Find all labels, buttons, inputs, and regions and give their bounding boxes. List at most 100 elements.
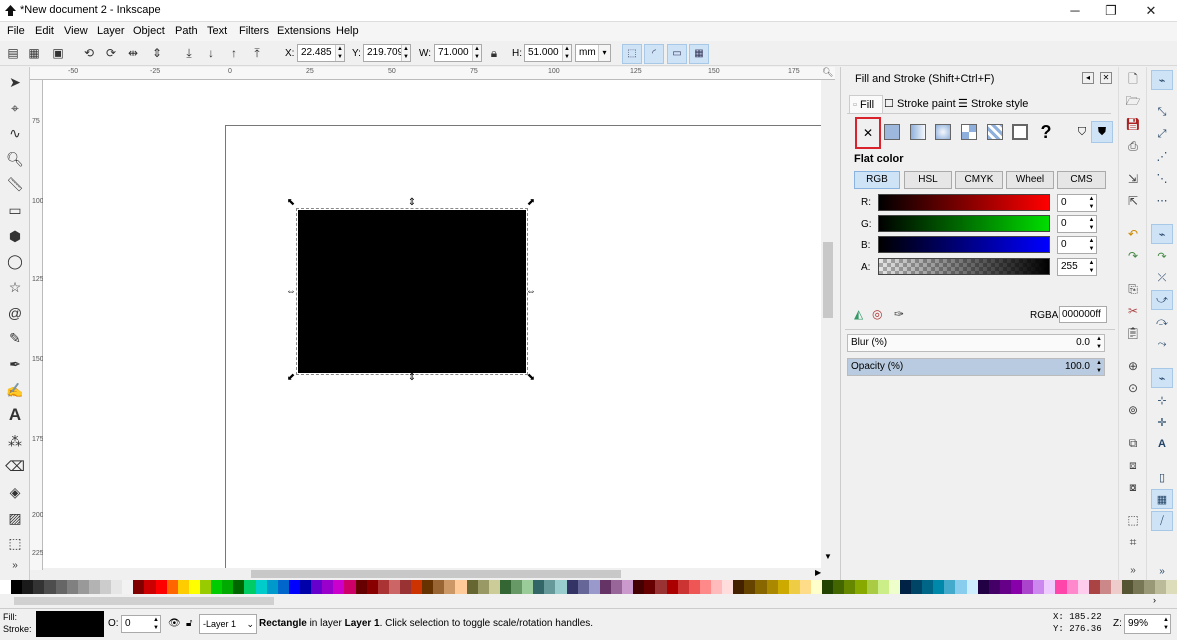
palette-swatch[interactable] [333, 580, 345, 594]
palette-swatch[interactable] [644, 580, 656, 594]
palette-swatch[interactable] [666, 580, 678, 594]
palette-swatch[interactable] [833, 580, 845, 594]
palette-swatch[interactable] [466, 580, 478, 594]
mesh-tool-icon[interactable]: ⬚ [3, 531, 27, 555]
palette-swatch[interactable] [799, 580, 811, 594]
gradient-tool-icon[interactable]: ▨ [3, 506, 27, 530]
palette-swatch[interactable] [1077, 580, 1089, 594]
paint-bucket-tool-icon[interactable]: ◈ [3, 480, 27, 504]
palette-swatch[interactable] [1088, 580, 1100, 594]
palette-swatch[interactable] [566, 580, 578, 594]
blur-spin-arrows-icon[interactable]: ▲ ▼ [1096, 335, 1102, 351]
palette-swatch[interactable] [611, 580, 623, 594]
rotate-ccw-icon[interactable]: ⟲ [80, 44, 98, 62]
mode-hsl-button[interactable]: HSL [904, 171, 952, 189]
measure-tool-icon[interactable]: 📏︎ [3, 172, 27, 196]
group-icon[interactable]: ⬚ [1124, 511, 1142, 529]
palette-swatch[interactable] [1033, 580, 1045, 594]
palette-swatch[interactable] [922, 580, 934, 594]
scale-handle-ne-icon[interactable]: ⬈ [526, 198, 536, 208]
menu-help[interactable]: Help [336, 25, 359, 37]
red-channel-input[interactable]: 0 ▲ ▼ [1057, 194, 1097, 212]
y-spin-arrows-icon[interactable]: ▲ ▼ [401, 45, 410, 61]
palette-swatch[interactable] [633, 580, 645, 594]
palette-swatch[interactable] [411, 580, 423, 594]
palette-swatch[interactable] [988, 580, 1000, 594]
maximize-button[interactable]: ❐ [1094, 2, 1128, 20]
pencil-tool-icon[interactable]: ✎ [3, 326, 27, 350]
palette-swatch[interactable] [111, 580, 123, 594]
zoom-spin-arrows-icon[interactable]: ▲ ▼ [1163, 616, 1169, 632]
3d-box-tool-icon[interactable]: ⬢ [3, 224, 27, 248]
menu-filters[interactable]: Filters [239, 25, 269, 37]
horizontal-scroll-thumb[interactable] [251, 570, 621, 578]
snap-overflow-icon[interactable]: » [1151, 561, 1173, 581]
palette-swatch[interactable] [144, 580, 156, 594]
palette-swatch[interactable] [44, 580, 56, 594]
fill-swatch[interactable] [36, 611, 104, 637]
palette-swatch[interactable] [810, 580, 823, 594]
palette-swatch[interactable] [177, 580, 189, 594]
snap-bbox-corner-icon[interactable]: ⋰ [1151, 146, 1173, 166]
palette-swatch[interactable] [366, 580, 378, 594]
no-paint-button[interactable]: ✕ [855, 117, 881, 149]
layer-visibility-icon[interactable]: 👁︎ [168, 618, 181, 629]
print-icon[interactable]: ⎙ [1124, 137, 1142, 155]
palette-swatch[interactable] [733, 580, 745, 594]
palette-swatch[interactable] [1022, 580, 1034, 594]
palette-swatch[interactable] [1055, 580, 1067, 594]
zoom-selection-icon[interactable]: ⊕ [1124, 357, 1142, 375]
palette-swatch[interactable] [66, 580, 78, 594]
fill-rule-evenodd-icon[interactable]: ⛉ [1071, 121, 1093, 143]
radial-gradient-button[interactable] [932, 121, 954, 143]
mode-cmyk-button[interactable]: CMYK [955, 171, 1003, 189]
export-icon[interactable]: ⇱ [1124, 192, 1142, 210]
deselect-icon[interactable]: ▣ [49, 44, 67, 62]
snap-intersections-icon[interactable]: ⤫ [1151, 268, 1173, 288]
palette-swatch[interactable] [877, 580, 889, 594]
palette-swatch[interactable] [788, 580, 800, 594]
mesh-gradient-button[interactable] [958, 121, 980, 143]
zoom-page-icon[interactable]: ⊚ [1124, 401, 1142, 419]
menu-path[interactable]: Path [175, 25, 198, 37]
scale-handle-e-icon[interactable]: ⇔ [526, 287, 536, 297]
palette-swatch[interactable] [77, 580, 89, 594]
node-tool-icon[interactable]: ⌖ [3, 96, 27, 120]
palette-swatch[interactable] [222, 580, 234, 594]
save-icon[interactable]: 💾︎ [1124, 115, 1142, 133]
dialog-iconify-icon[interactable]: ◂ [1082, 72, 1094, 84]
tab-stroke-paint[interactable]: ☐ Stroke paint [884, 95, 956, 113]
opacity-status-arrows-icon[interactable]: ▲ ▼ [153, 616, 159, 632]
scale-handle-s-icon[interactable]: ⇕ [407, 373, 417, 383]
palette-swatch[interactable] [699, 580, 711, 594]
palette-swatch[interactable] [1122, 580, 1134, 594]
palette-swatch[interactable] [1144, 580, 1156, 594]
import-icon[interactable]: ⇲ [1124, 170, 1142, 188]
palette-swatch[interactable] [855, 580, 867, 594]
open-icon[interactable]: 🗁 [1124, 93, 1142, 111]
palette-swatch[interactable] [599, 580, 612, 594]
unset-paint-button[interactable]: ? [1035, 121, 1057, 143]
palette-swatch[interactable] [1110, 580, 1123, 594]
palette-swatch[interactable] [677, 580, 689, 594]
menu-layer[interactable]: Layer [97, 25, 125, 37]
palette-swatch[interactable] [22, 580, 34, 594]
calligraphy-tool-icon[interactable]: ✍ [3, 378, 27, 402]
green-channel-slider[interactable] [878, 215, 1050, 232]
commands-overflow-icon[interactable]: » [1124, 561, 1142, 579]
scale-handle-nw-icon[interactable]: ⬉ [286, 198, 296, 208]
blue-channel-slider[interactable] [878, 236, 1050, 253]
color-picker-icon[interactable]: ✑ [894, 307, 904, 321]
palette-swatch[interactable] [377, 580, 389, 594]
palette-swatch[interactable] [266, 580, 278, 594]
select-all-icon[interactable]: ▤ [4, 44, 22, 62]
ellipse-tool-icon[interactable]: ◯ [3, 249, 27, 273]
selector-tool-icon[interactable]: ➤ [3, 70, 27, 94]
star-tool-icon[interactable]: ☆ [3, 275, 27, 299]
palette-scroll-thumb[interactable] [14, 597, 274, 605]
snap-object-center-icon[interactable]: ⊹ [1151, 390, 1173, 410]
snap-smooth-nodes-icon[interactable]: ⤼ [1151, 312, 1173, 332]
palette-swatch[interactable] [722, 580, 734, 594]
redo-icon[interactable]: ↷ [1124, 247, 1142, 265]
snap-others-icon[interactable]: ⌁ [1151, 368, 1173, 388]
